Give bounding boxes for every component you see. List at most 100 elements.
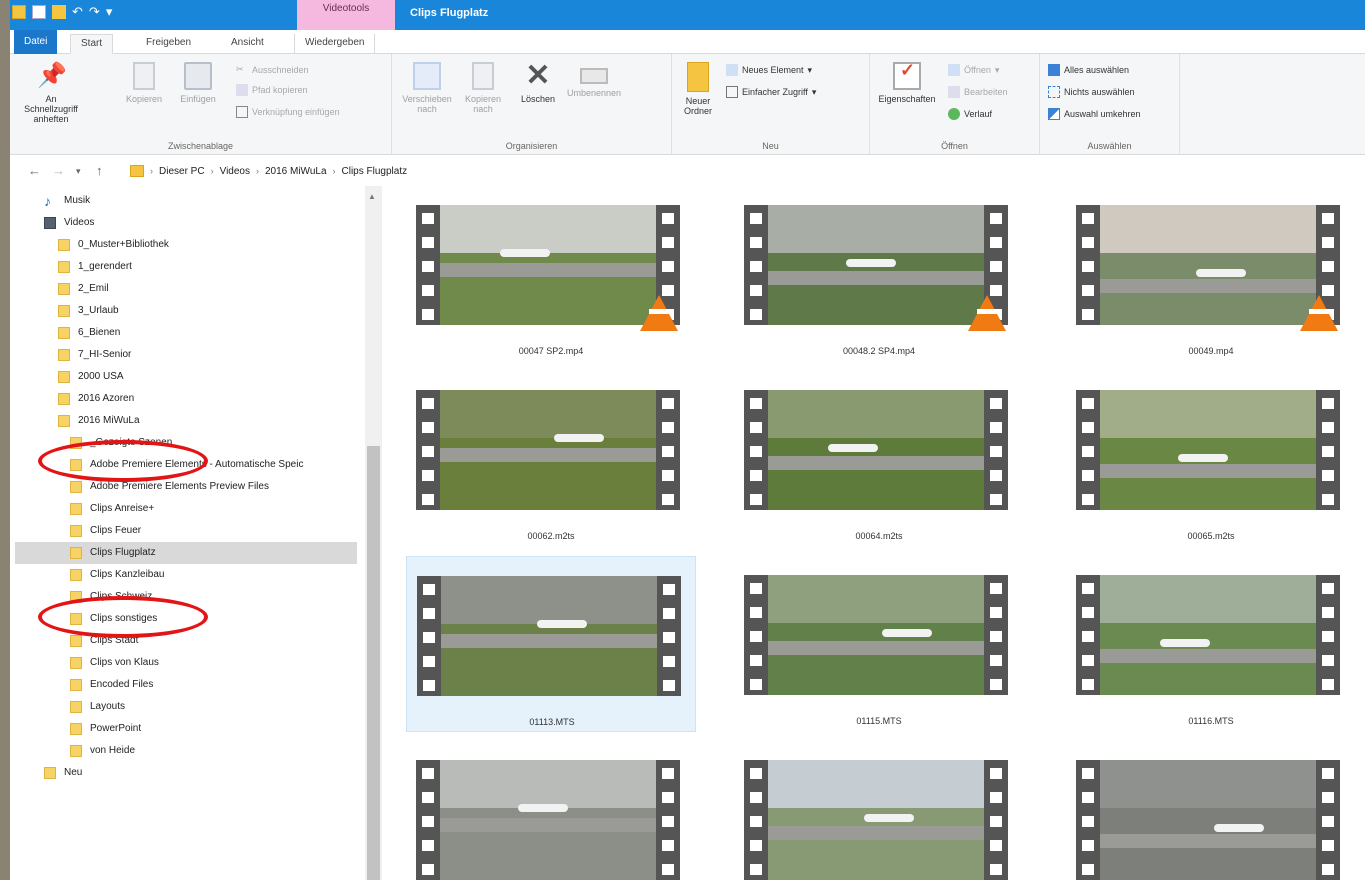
nav-item[interactable]: 2_Emil <box>58 278 109 300</box>
file-tile[interactable]: 01115.MTS <box>734 556 1024 732</box>
nav-item[interactable]: Layouts <box>70 696 125 718</box>
tab-wiedergeben[interactable]: Wiedergeben <box>294 34 376 54</box>
back-arrow-icon[interactable]: ← <box>28 163 41 178</box>
folder-icon <box>70 503 82 515</box>
new-item-button[interactable]: Neues Element ▾ <box>726 64 812 76</box>
nav-item[interactable]: Encoded Files <box>70 674 153 696</box>
copy-path-button[interactable]: Pfad kopieren <box>236 84 308 96</box>
nav-item[interactable]: 0_Muster+Bibliothek <box>58 234 169 256</box>
nav-item[interactable]: PowerPoint <box>70 718 141 740</box>
airplane-image <box>1214 824 1264 832</box>
file-tile[interactable]: 01116.MTS <box>1066 556 1356 732</box>
thumbnail-part <box>1100 649 1316 663</box>
new-folder-button[interactable]: Neuer Ordner <box>676 62 720 116</box>
recent-locations-icon[interactable]: ▾ <box>76 166 81 177</box>
nav-item[interactable]: 7_HI-Senior <box>58 344 131 366</box>
new-folder-icon[interactable] <box>52 5 66 19</box>
properties-button[interactable]: Eigenschaften <box>874 62 940 104</box>
file-tile[interactable]: 00064.m2ts <box>734 371 1024 547</box>
nav-item-label: 2_Emil <box>78 283 109 294</box>
nav-item[interactable]: Clips Flugplatz <box>15 542 357 564</box>
nav-scrollbar-thumb[interactable] <box>367 446 380 880</box>
folder-icon <box>58 327 70 339</box>
file-tile[interactable] <box>1066 741 1356 880</box>
breadcrumb[interactable]: › Dieser PC › Videos › 2016 MiWuLa › Cli… <box>130 165 407 177</box>
nav-item[interactable]: Neu <box>44 762 82 784</box>
nav-item[interactable]: 1_gerendert <box>58 256 132 278</box>
edit-label: Bearbeiten <box>964 87 1008 97</box>
up-arrow-icon[interactable]: ↑ <box>96 163 103 178</box>
forward-arrow-icon[interactable]: → <box>52 163 65 178</box>
file-tile[interactable]: 00049.mp4 <box>1066 186 1356 362</box>
easy-access-button[interactable]: Einfacher Zugriff ▾ <box>726 86 816 98</box>
nav-item[interactable]: 2016 Azoren <box>58 388 134 410</box>
nav-item[interactable]: Clips Kanzleibau <box>70 564 165 586</box>
customize-dropdown-icon[interactable]: ▾ <box>106 5 113 19</box>
pin-icon: 📌 <box>37 62 67 89</box>
copy-label: Kopieren <box>125 94 163 104</box>
nav-item[interactable]: Videos <box>44 212 94 234</box>
select-all-label: Alles auswählen <box>1064 65 1130 75</box>
tab-datei[interactable]: Datei <box>14 30 58 54</box>
tab-start[interactable]: Start <box>70 34 114 54</box>
tab-ansicht[interactable]: Ansicht <box>221 34 274 54</box>
breadcrumb-item[interactable]: Clips Flugplatz <box>342 166 408 177</box>
delete-button[interactable]: ✕ Löschen <box>516 61 560 105</box>
rename-button[interactable]: Umbenennen <box>564 62 624 98</box>
cut-label: Ausschneiden <box>252 65 309 75</box>
history-label: Verlauf <box>964 109 993 119</box>
copy-to-button[interactable]: Kopieren nach <box>458 62 508 114</box>
paste-shortcut-button[interactable]: Verknüpfung einfügen <box>236 106 340 118</box>
file-tile[interactable] <box>734 741 1024 880</box>
cut-button[interactable]: ✂ Ausschneiden <box>236 64 309 76</box>
thumbnail-part <box>1100 205 1316 253</box>
nav-item[interactable]: 6_Bienen <box>58 322 120 344</box>
undo-icon[interactable]: ↶ <box>72 5 83 19</box>
pin-quick-access-button[interactable]: 📌 An Schnellzugriff anheften <box>18 62 84 124</box>
nav-item-label: 0_Muster+Bibliothek <box>78 239 169 250</box>
file-tile[interactable]: 00048.2 SP4.mp4 <box>734 186 1024 362</box>
tab-freigeben[interactable]: Freigeben <box>136 34 201 54</box>
folder-icon <box>58 393 70 405</box>
select-none-button[interactable]: Nichts auswählen <box>1048 86 1135 98</box>
nav-item[interactable]: Clips von Klaus <box>70 652 159 674</box>
file-tile[interactable]: 00062.m2ts <box>406 371 696 547</box>
properties-icon[interactable] <box>32 5 46 19</box>
film-perforation <box>1082 213 1094 320</box>
paste-button[interactable]: Einfügen <box>176 62 220 104</box>
move-to-button[interactable]: Verschieben nach <box>402 62 452 114</box>
history-button[interactable]: Verlauf <box>948 108 992 120</box>
folder-icon[interactable] <box>12 5 26 19</box>
nav-item[interactable]: Clips Feuer <box>70 520 141 542</box>
nav-item[interactable]: ♪ Musik <box>44 190 90 212</box>
file-tile[interactable]: 00065.m2ts <box>1066 371 1356 547</box>
open-button[interactable]: Öffnen ▾ <box>948 64 999 76</box>
nav-item[interactable]: 2016 MiWuLa <box>58 410 140 432</box>
paste-icon <box>184 62 212 90</box>
nav-item[interactable]: 2000 USA <box>58 366 124 388</box>
breadcrumb-item[interactable]: Dieser PC <box>159 166 205 177</box>
film-perforation <box>1082 768 1094 875</box>
file-tile[interactable]: 01113.MTS <box>406 556 696 732</box>
file-tile[interactable] <box>406 741 696 880</box>
nav-scrollbar[interactable]: ▲ <box>365 186 382 880</box>
breadcrumb-item[interactable]: Videos <box>220 166 250 177</box>
copy-button[interactable]: Kopieren <box>122 62 166 104</box>
file-tile[interactable]: 00047 SP2.mp4 <box>406 186 696 362</box>
scroll-up-icon[interactable]: ▲ <box>368 192 376 201</box>
airplane-image <box>882 629 932 637</box>
nav-item[interactable]: 3_Urlaub <box>58 300 119 322</box>
folder-icon <box>58 305 70 317</box>
open-label: Öffnen <box>964 65 991 75</box>
thumbnail-part <box>768 390 984 438</box>
invert-selection-button[interactable]: Auswahl umkehren <box>1048 108 1141 120</box>
nav-item-label: Clips Feuer <box>90 525 142 536</box>
nav-item[interactable]: Clips Anreise+ <box>70 498 154 520</box>
select-all-button[interactable]: Alles auswählen <box>1048 64 1129 76</box>
edit-button[interactable]: Bearbeiten <box>948 86 1008 98</box>
breadcrumb-item[interactable]: 2016 MiWuLa <box>265 166 327 177</box>
nav-item[interactable]: von Heide <box>70 740 135 762</box>
ribbon-tabs: Datei Start Freigeben Ansicht Wiedergebe… <box>10 30 1365 54</box>
redo-icon[interactable]: ↷ <box>89 5 100 19</box>
video-thumbnail <box>1076 205 1340 331</box>
